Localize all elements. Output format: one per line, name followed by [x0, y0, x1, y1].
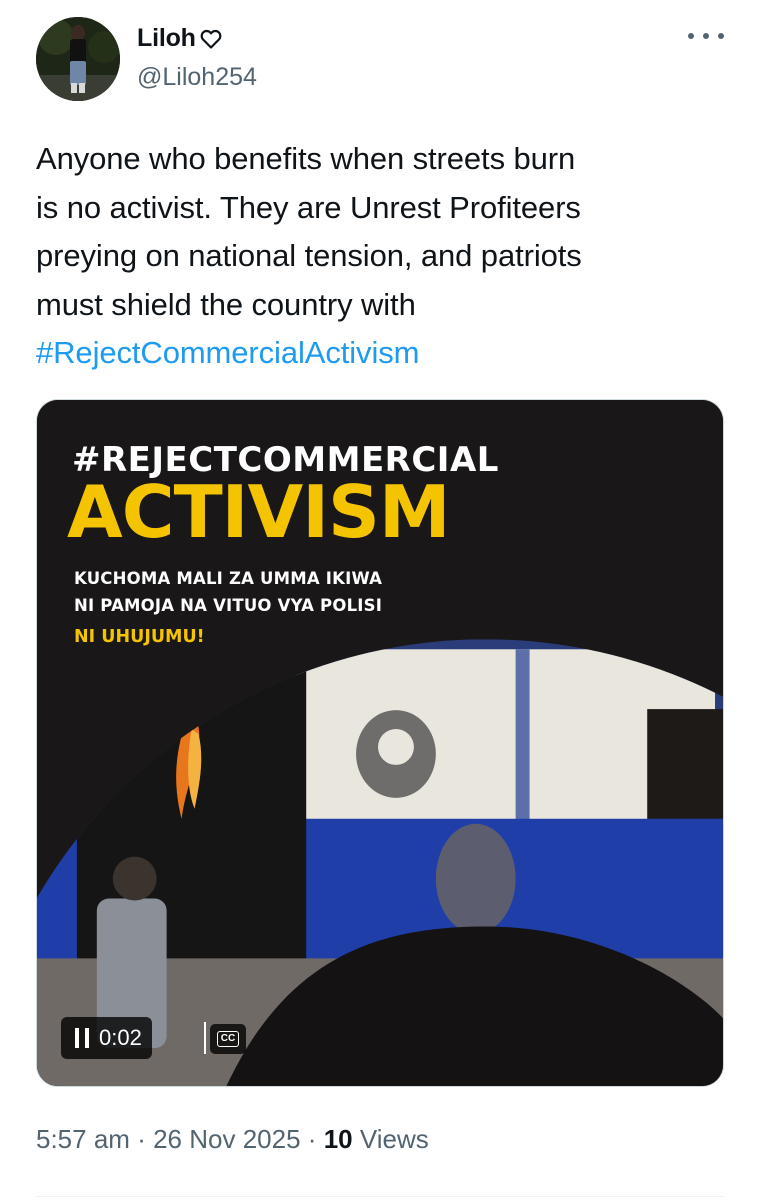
- hashtag-link[interactable]: #RejectCommercialActivism: [36, 329, 726, 378]
- display-name[interactable]: Liloh: [137, 24, 196, 53]
- video-time: 0:02: [99, 1025, 142, 1050]
- overlay-caption-line: NI PAMOJA NA VITUO VYA POLISI: [74, 596, 383, 615]
- avatar[interactable]: [36, 17, 120, 101]
- author-handle[interactable]: @Liloh254: [137, 63, 257, 92]
- tweet-meta: 5:57 am · 26 Nov 2025 · 10 Views: [36, 1124, 429, 1155]
- tweet-date[interactable]: 26 Nov 2025: [153, 1124, 300, 1154]
- avatar-photo: [36, 17, 120, 101]
- controls-divider: [204, 1022, 206, 1054]
- tweet-text-line: is no activist. They are Unrest Profitee…: [36, 189, 581, 225]
- tweet-text-line: preying on national tension, and patriot…: [36, 238, 582, 273]
- author-name-row: Liloh: [137, 24, 223, 53]
- views-label: Views: [359, 1124, 429, 1154]
- tweet-text: Anyone who benefits when streets burn is…: [36, 135, 726, 378]
- heart-outline-icon: [199, 27, 223, 51]
- divider: [36, 1196, 724, 1197]
- more-horizontal-icon[interactable]: [688, 28, 724, 44]
- views-count: 10: [323, 1124, 353, 1154]
- video-controls: 0:02: [61, 1017, 152, 1059]
- tweet-text-line: Anyone who benefits when streets burn: [36, 141, 576, 176]
- video-player[interactable]: #REJECTCOMMERCIAL ACTIVISM KUCHOMA MALI …: [36, 399, 724, 1087]
- overlay-caption-highlight: NI UHUJUMU!: [74, 627, 205, 647]
- overlay-headline: ACTIVISM: [67, 470, 450, 554]
- meta-separator: ·: [307, 1124, 317, 1154]
- cc-icon: CC: [216, 1031, 240, 1047]
- meta-separator: ·: [137, 1124, 146, 1154]
- tweet-card: Liloh @Liloh254 Anyone who benefits when…: [0, 0, 761, 1200]
- pause-icon[interactable]: [75, 1028, 89, 1048]
- tweet-text-line: must shield the country with: [36, 286, 416, 322]
- closed-captions-button[interactable]: CC: [210, 1024, 246, 1054]
- tweet-time[interactable]: 5:57 am: [36, 1124, 130, 1154]
- overlay-caption-line: KUCHOMA MALI ZA UMMA IKIWA: [74, 569, 383, 588]
